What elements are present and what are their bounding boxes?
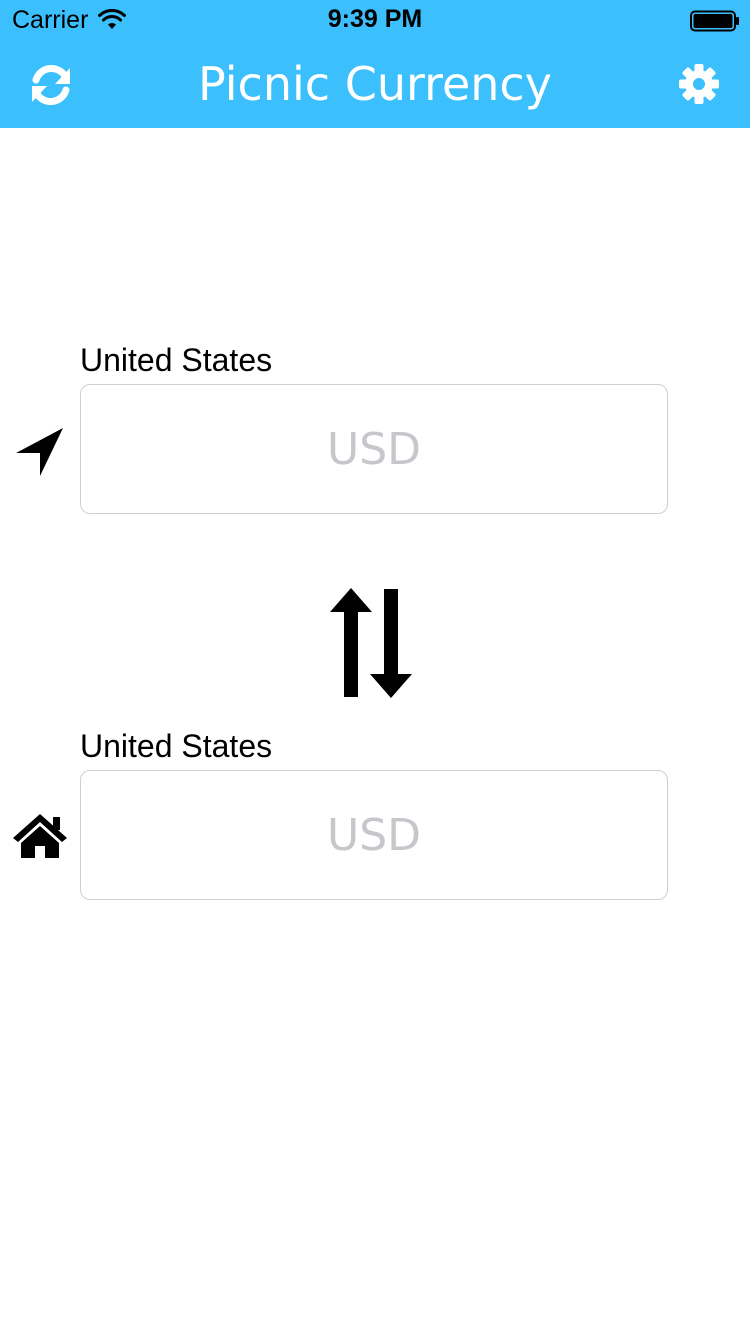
home-icon xyxy=(13,814,67,858)
status-time: 9:39 PM xyxy=(327,5,423,33)
gear-icon[interactable] xyxy=(678,63,720,105)
to-currency-input[interactable] xyxy=(80,770,668,900)
from-country-label: United States xyxy=(80,342,273,378)
battery-icon xyxy=(690,10,739,32)
swap-arrows-icon[interactable] xyxy=(329,587,413,699)
app-title: Picnic Currency xyxy=(198,57,552,111)
header: Carrier 9:39 PM Picnic Currency xyxy=(0,0,750,128)
to-country-label: United States xyxy=(80,728,273,764)
location-arrow-icon xyxy=(16,428,63,476)
screen: Carrier 9:39 PM Picnic Currency United S… xyxy=(0,0,750,1334)
from-currency-input[interactable] xyxy=(80,384,668,514)
